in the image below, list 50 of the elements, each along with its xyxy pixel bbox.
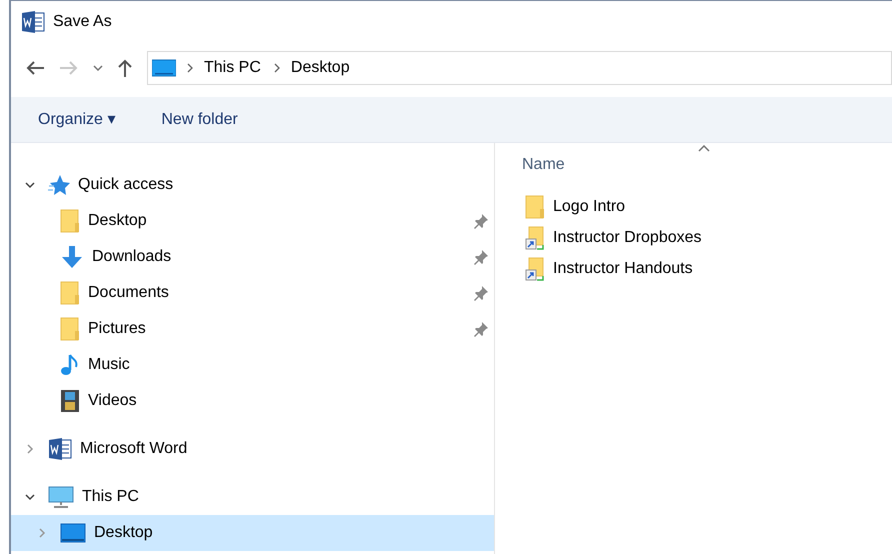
organize-button[interactable]: Organize ▾ <box>38 108 116 132</box>
download-arrow-icon <box>60 245 84 269</box>
nav-label: Quick access <box>78 175 174 195</box>
word-app-icon <box>21 10 45 34</box>
desktop-icon <box>60 522 86 544</box>
nav-item[interactable]: This PC <box>11 479 494 515</box>
nav-label: Desktop <box>88 211 148 231</box>
nav-label: Documents <box>88 283 170 303</box>
music-note-icon <box>60 353 80 377</box>
nav-label: Music <box>88 355 131 375</box>
nav-item[interactable]: Music <box>11 347 494 383</box>
breadcrumb-chevron-icon <box>186 63 194 73</box>
computer-icon <box>152 59 176 77</box>
file-name[interactable]: Logo Intro <box>553 194 626 218</box>
nav-item[interactable]: Pictures <box>11 311 494 347</box>
recent-dropdown-icon[interactable] <box>93 65 103 71</box>
nav-item[interactable]: Quick access <box>11 167 494 203</box>
nav-item[interactable]: Documents <box>11 275 494 311</box>
window-title: Save As <box>53 12 112 32</box>
breadcrumb[interactable]: This PC <box>204 56 261 80</box>
nav-label: Microsoft Word <box>80 439 188 459</box>
nav-item[interactable]: Videos <box>11 383 494 419</box>
nav-item[interactable]: Desktop <box>11 203 494 239</box>
nav-label: This PC <box>82 487 140 507</box>
film-strip-icon <box>60 389 80 413</box>
nav-label: Downloads <box>92 247 172 267</box>
new-folder-button[interactable]: New folder <box>161 108 238 132</box>
back-icon[interactable] <box>25 60 45 76</box>
folder-shortcut-icon <box>525 226 545 250</box>
up-arrow-icon[interactable] <box>117 58 133 78</box>
nav-label: Desktop <box>94 523 154 543</box>
folder-icon <box>525 194 545 218</box>
star-icon <box>48 174 70 196</box>
file-name[interactable]: Instructor Dropboxes <box>553 226 702 250</box>
breadcrumb[interactable]: Desktop <box>290 56 350 80</box>
folder-shortcut-icon <box>525 256 545 280</box>
computer-monitor-icon <box>48 485 74 509</box>
folder-icon <box>60 317 80 341</box>
column-header[interactable]: Name <box>522 153 565 185</box>
file-name[interactable]: Instructor Handouts <box>553 256 693 280</box>
word-document-icon <box>48 437 72 461</box>
nav-item[interactable]: Downloads <box>11 239 494 275</box>
folder-icon <box>60 281 80 305</box>
nav-item[interactable]: Microsoft Word <box>11 431 494 467</box>
nav-label: Pictures <box>88 319 147 339</box>
nav-label: Videos <box>88 391 138 411</box>
nav-item[interactable]: Desktop <box>11 515 494 551</box>
address-bar[interactable]: This PC Desktop <box>147 51 892 85</box>
breadcrumb-chevron-icon <box>272 63 281 73</box>
folder-icon <box>60 209 80 233</box>
